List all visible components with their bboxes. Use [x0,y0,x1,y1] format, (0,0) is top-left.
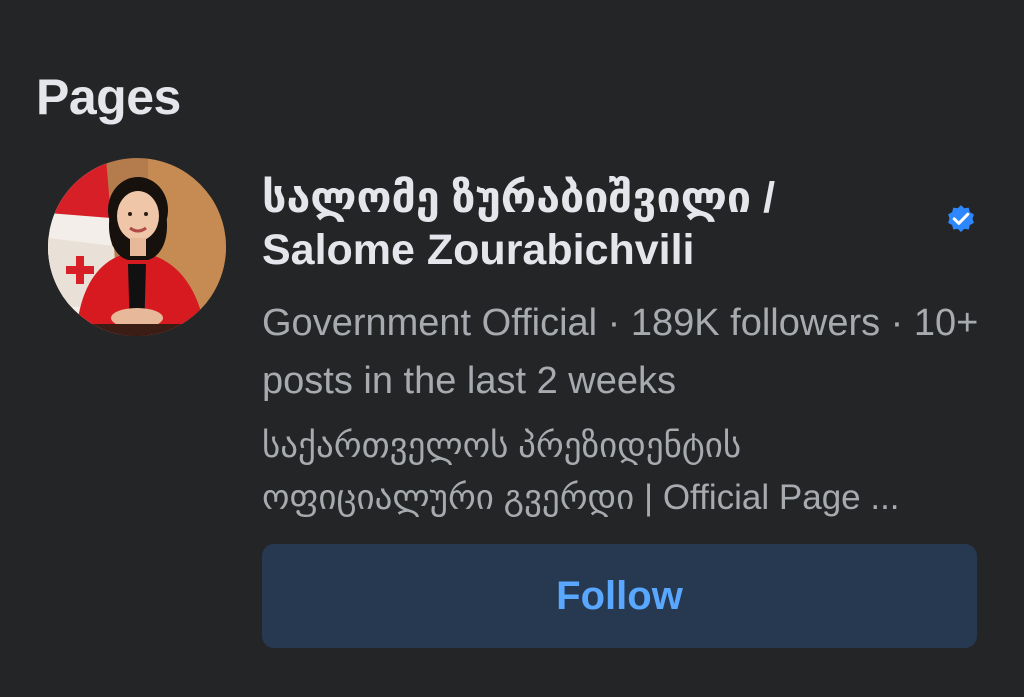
verified-badge-icon [948,205,974,233]
page-avatar[interactable] [48,158,226,336]
section-title: Pages [36,68,181,125]
follow-button[interactable]: Follow [262,544,977,648]
page-description: საქართველოს პრეზიდენტის ოფიციალური გვერდ… [262,426,900,517]
page-meta: Government Official · 189K followers · 1… [262,302,979,402]
pages-search-section: Pages სალომე ზურაბიშვილი / Salome Zourab… [0,0,1024,697]
page-name[interactable]: სალომე ზურაბიშვილი / Salome Zourabichvil… [262,172,922,276]
avatar-image [48,158,226,336]
